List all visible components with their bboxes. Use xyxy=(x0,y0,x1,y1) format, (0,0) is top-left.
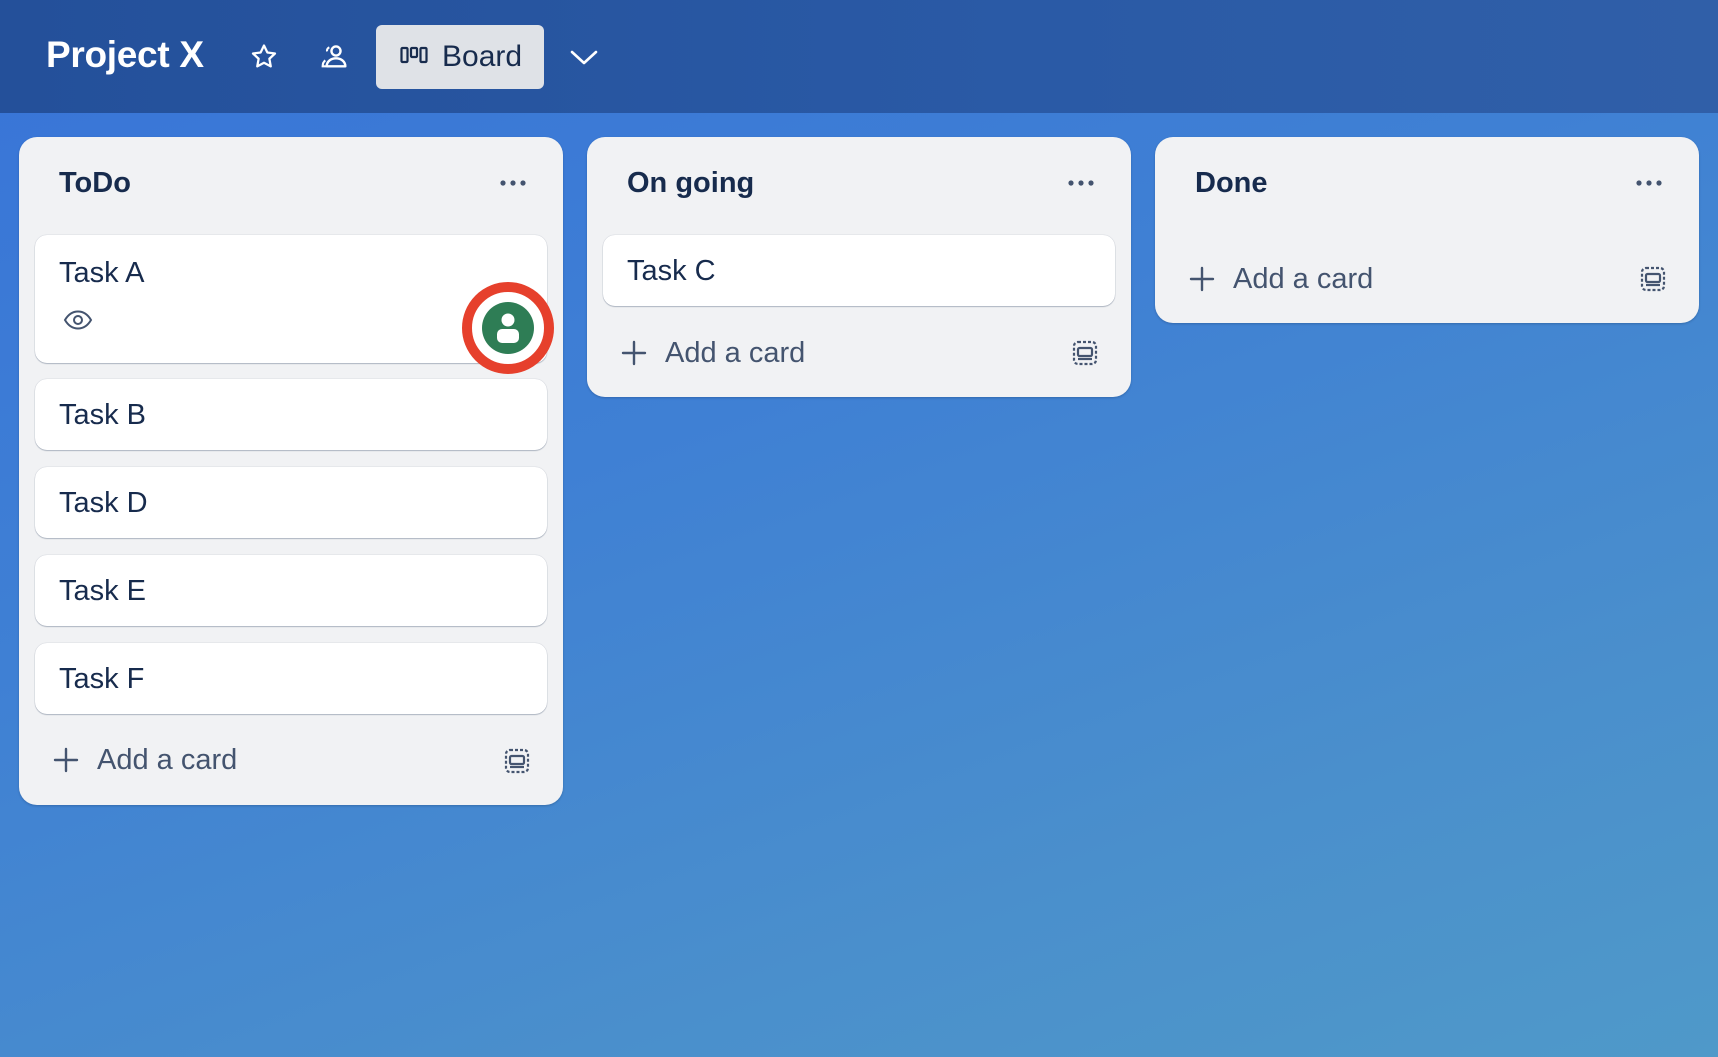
list-done: Done Add a card xyxy=(1155,137,1699,323)
watching-eye-icon xyxy=(63,310,93,330)
add-card-label: Add a card xyxy=(97,743,238,776)
card-title: Task B xyxy=(59,399,147,431)
more-horizontal-icon xyxy=(1636,180,1662,186)
card-task-c[interactable]: Task C xyxy=(603,235,1115,306)
card-task-f[interactable]: Task F xyxy=(35,643,547,714)
create-from-template-button[interactable] xyxy=(495,739,539,783)
plus-icon xyxy=(1189,266,1215,292)
list-todo: ToDo Task A Task B Task D Task E Task F … xyxy=(19,137,563,805)
member-avatar[interactable] xyxy=(482,302,534,354)
chevron-down-icon xyxy=(570,50,598,65)
create-from-template-button[interactable] xyxy=(1063,331,1107,375)
add-card-label: Add a card xyxy=(665,336,806,369)
board-title[interactable]: Project X xyxy=(46,34,204,76)
plus-icon xyxy=(621,340,647,366)
view-switcher-button[interactable] xyxy=(558,31,610,83)
plus-icon xyxy=(53,747,79,773)
list-on-going: On going Task C Add a card xyxy=(587,137,1131,397)
star-button[interactable] xyxy=(238,31,290,83)
card-template-icon xyxy=(504,748,530,774)
card-title: Task E xyxy=(59,575,147,607)
list-actions-button[interactable] xyxy=(1061,165,1101,201)
card-template-icon xyxy=(1640,266,1666,292)
card-title: Task C xyxy=(627,255,716,287)
card-task-e[interactable]: Task E xyxy=(35,555,547,626)
highlight-ring xyxy=(462,282,554,374)
add-card-button[interactable]: Add a card xyxy=(35,732,455,788)
add-card-label: Add a card xyxy=(1233,262,1374,295)
add-card-button[interactable]: Add a card xyxy=(1171,251,1591,307)
board-header: Project X Board xyxy=(0,0,1718,113)
card-task-b[interactable]: Task B xyxy=(35,379,547,450)
card-title: Task A xyxy=(59,257,145,289)
card-task-d[interactable]: Task D xyxy=(35,467,547,538)
board-view-label: Board xyxy=(442,40,523,73)
add-card-button[interactable]: Add a card xyxy=(603,325,1023,381)
list-actions-button[interactable] xyxy=(1629,165,1669,201)
create-from-template-button[interactable] xyxy=(1631,257,1675,301)
user-icon xyxy=(497,313,519,343)
visibility-button[interactable] xyxy=(310,31,362,83)
list-actions-button[interactable] xyxy=(493,165,533,201)
list-title[interactable]: ToDo xyxy=(59,167,131,200)
card-template-icon xyxy=(1072,340,1098,366)
board-view-button[interactable]: Board xyxy=(376,25,544,89)
card-title: Task F xyxy=(59,663,145,695)
workspace-visibility-icon xyxy=(321,45,347,68)
star-icon xyxy=(251,44,277,68)
more-horizontal-icon xyxy=(500,180,526,186)
list-title[interactable]: On going xyxy=(627,167,754,200)
card-title: Task D xyxy=(59,487,148,519)
list-title[interactable]: Done xyxy=(1195,167,1268,200)
more-horizontal-icon xyxy=(1068,180,1094,186)
board-view-icon xyxy=(400,46,428,64)
